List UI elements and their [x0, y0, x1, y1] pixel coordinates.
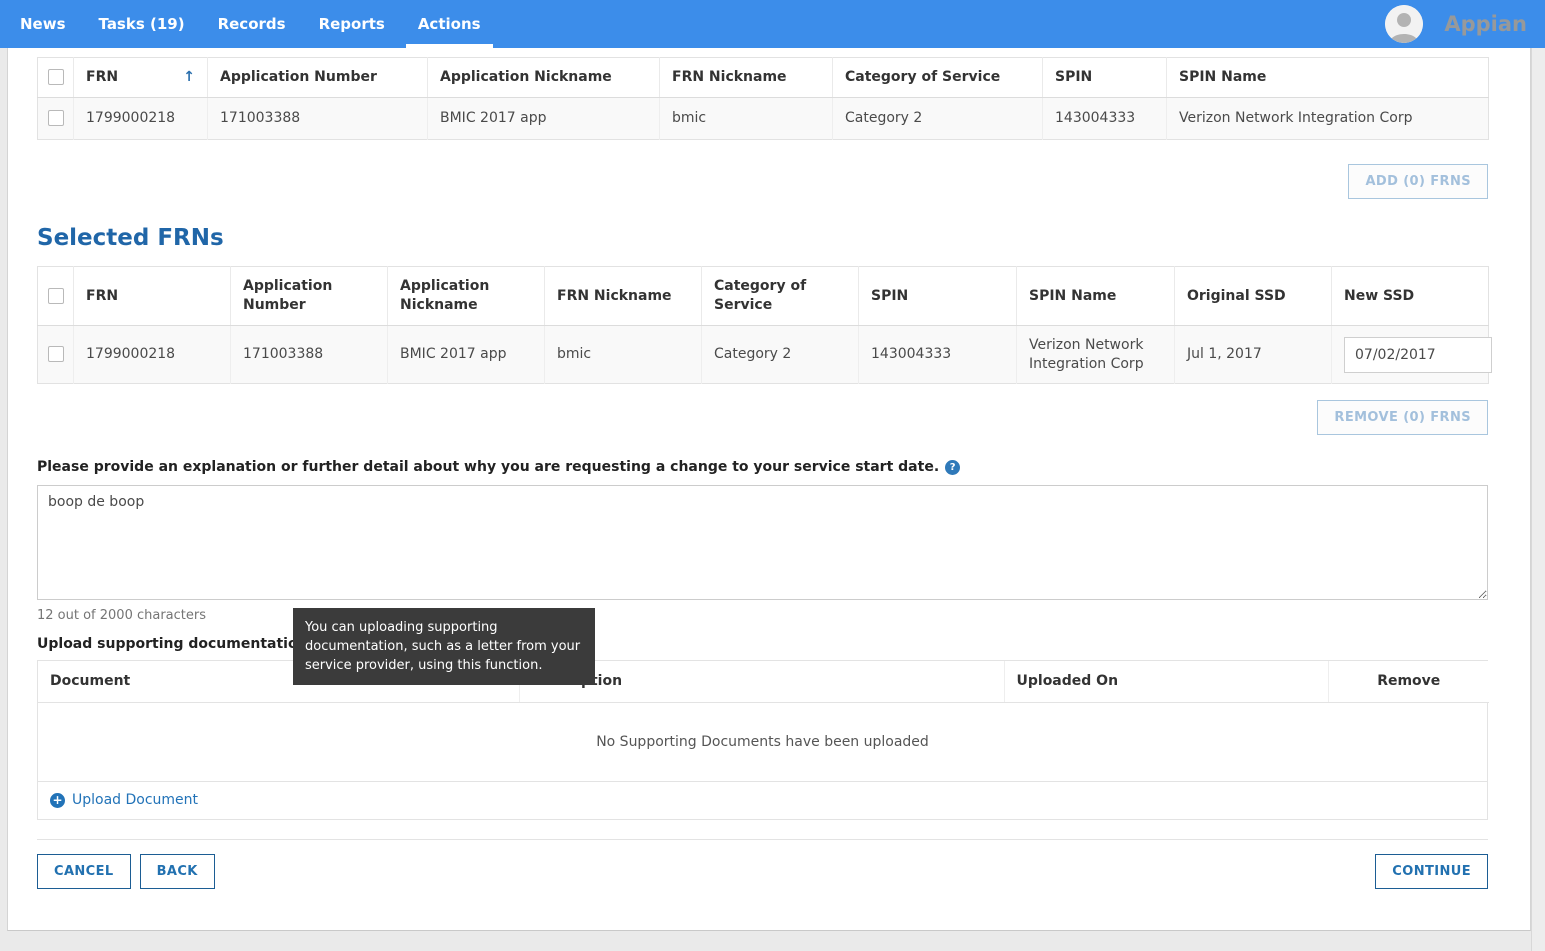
cell-application-number: 171003388 — [230, 325, 388, 384]
cell-frn: 1799000218 — [73, 97, 208, 140]
selected-frns-heading: Selected FRNs — [37, 225, 224, 251]
cell-spin: 143004333 — [858, 325, 1017, 384]
top-navbar: News Tasks (19) Records Reports Actions … — [0, 0, 1545, 48]
back-button[interactable]: BACK — [139, 853, 215, 889]
cell-frn-nickname: bmic — [659, 97, 833, 140]
column-header-category-of-service[interactable]: Category of Service — [701, 266, 859, 326]
selected-frns-table: FRN Application Number Application Nickn… — [37, 266, 1492, 384]
cell-application-number: 171003388 — [207, 97, 428, 140]
nav-item-label: Reports — [318, 15, 385, 33]
new-ssd-input[interactable] — [1344, 336, 1492, 373]
column-header-frn[interactable]: FRN ↑ — [73, 57, 208, 98]
main-content: FRN ↑ Application Number Application Nic… — [7, 48, 1531, 931]
nav-item-actions[interactable]: Actions — [405, 0, 493, 48]
appian-logo: Appian — [1444, 12, 1527, 36]
upload-document-label: Upload Document — [72, 792, 199, 808]
nav-item-tasks[interactable]: Tasks (19) — [87, 0, 197, 48]
table-header-row: FRN ↑ Application Number Application Nic… — [37, 57, 1489, 98]
add-frns-button[interactable]: ADD (0) FRNS — [1348, 164, 1488, 199]
user-avatar-icon[interactable] — [1385, 5, 1424, 43]
sort-ascending-icon[interactable]: ↑ — [183, 68, 195, 87]
column-header-spin[interactable]: SPIN — [1042, 57, 1167, 98]
table-header-row: Document Description Uploaded On Remove — [38, 661, 1489, 703]
nav-item-label: Tasks (19) — [98, 15, 185, 33]
cell-spin-name: Verizon Network Integration Corp — [1166, 97, 1489, 140]
documents-section: Document Description Uploaded On Remove … — [37, 660, 1489, 820]
character-count: 12 out of 2000 characters — [37, 608, 206, 623]
person-icon — [1385, 5, 1424, 43]
nav-item-label: Actions — [417, 15, 481, 33]
explanation-textarea[interactable]: boop de boop — [37, 485, 1488, 600]
column-header-application-number[interactable]: Application Number — [230, 266, 388, 326]
cell-application-nickname: BMIC 2017 app — [427, 97, 660, 140]
cell-original-ssd: Jul 1, 2017 — [1174, 325, 1332, 384]
cell-spin: 143004333 — [1042, 97, 1167, 140]
available-frns-table: FRN ↑ Application Number Application Nic… — [37, 57, 1489, 140]
cell-new-ssd — [1331, 325, 1492, 384]
table-row: 1799000218 171003388 BMIC 2017 app bmic … — [37, 97, 1489, 140]
column-header-label: FRN — [86, 69, 119, 85]
cell-spin-name: Verizon Network Integration Corp — [1016, 325, 1175, 384]
column-header-frn-nickname[interactable]: FRN Nickname — [659, 57, 833, 98]
row-checkbox[interactable] — [48, 110, 64, 126]
row-checkbox[interactable] — [48, 346, 64, 362]
select-all-checkbox[interactable] — [48, 69, 64, 85]
nav-item-label: News — [20, 15, 66, 33]
no-documents-message: No Supporting Documents have been upload… — [38, 703, 1487, 782]
footer-actions: CANCEL BACK CONTINUE — [37, 853, 1488, 930]
nav-item-reports[interactable]: Reports — [307, 0, 397, 48]
upload-label-text: Upload supporting documentation — [37, 636, 308, 652]
column-header-new-ssd[interactable]: New SSD — [1331, 266, 1489, 326]
column-header-frn-nickname[interactable]: FRN Nickname — [544, 266, 702, 326]
upload-document-link[interactable]: + Upload Document — [50, 792, 198, 808]
documents-table: Document Description Uploaded On Remove — [38, 661, 1489, 703]
upload-document-row: + Upload Document — [38, 782, 1487, 819]
column-header-spin-name[interactable]: SPIN Name — [1166, 57, 1489, 98]
column-header-frn[interactable]: FRN — [73, 266, 231, 326]
active-tab-underline — [405, 44, 493, 48]
nav-item-label: Records — [217, 15, 286, 33]
nav-item-news[interactable]: News — [8, 0, 78, 48]
cell-frn: 1799000218 — [73, 325, 231, 384]
footer-divider — [37, 838, 1488, 840]
explanation-label-text: Please provide an explanation or further… — [37, 459, 940, 475]
column-header-application-nickname[interactable]: Application Nickname — [427, 57, 660, 98]
column-header-original-ssd[interactable]: Original SSD — [1174, 266, 1332, 326]
column-header-application-nickname[interactable]: Application Nickname — [387, 266, 545, 326]
column-header-application-number[interactable]: Application Number — [207, 57, 428, 98]
column-header-remove: Remove — [1328, 661, 1489, 703]
table-header-row: FRN Application Number Application Nickn… — [37, 266, 1489, 326]
plus-circle-icon: + — [50, 792, 65, 808]
help-icon[interactable]: ? — [945, 459, 961, 475]
explanation-label: Please provide an explanation or further… — [37, 457, 1488, 477]
nav-item-records[interactable]: Records — [206, 0, 298, 48]
continue-button[interactable]: CONTINUE — [1375, 853, 1488, 889]
column-header-spin-name[interactable]: SPIN Name — [1016, 266, 1175, 326]
vertical-scrollbar[interactable] — [1531, 48, 1545, 951]
cell-category-of-service: Category 2 — [832, 97, 1043, 140]
column-header-spin[interactable]: SPIN — [858, 266, 1017, 326]
column-header-uploaded-on: Uploaded On — [1004, 661, 1329, 703]
select-all-checkbox[interactable] — [48, 287, 64, 304]
column-header-category-of-service[interactable]: Category of Service — [832, 57, 1043, 98]
remove-frns-button[interactable]: REMOVE (0) FRNS — [1317, 400, 1488, 435]
cell-application-nickname: BMIC 2017 app — [387, 325, 545, 384]
cancel-button[interactable]: CANCEL — [37, 853, 131, 889]
upload-documentation-label: Upload supporting documentation ? You ca… — [37, 608, 1488, 685]
help-tooltip: You can uploading supporting documentati… — [293, 608, 595, 685]
cell-frn-nickname: bmic — [544, 325, 702, 384]
cell-category-of-service: Category 2 — [701, 325, 859, 384]
table-row: 1799000218 171003388 BMIC 2017 app bmic … — [37, 325, 1492, 384]
